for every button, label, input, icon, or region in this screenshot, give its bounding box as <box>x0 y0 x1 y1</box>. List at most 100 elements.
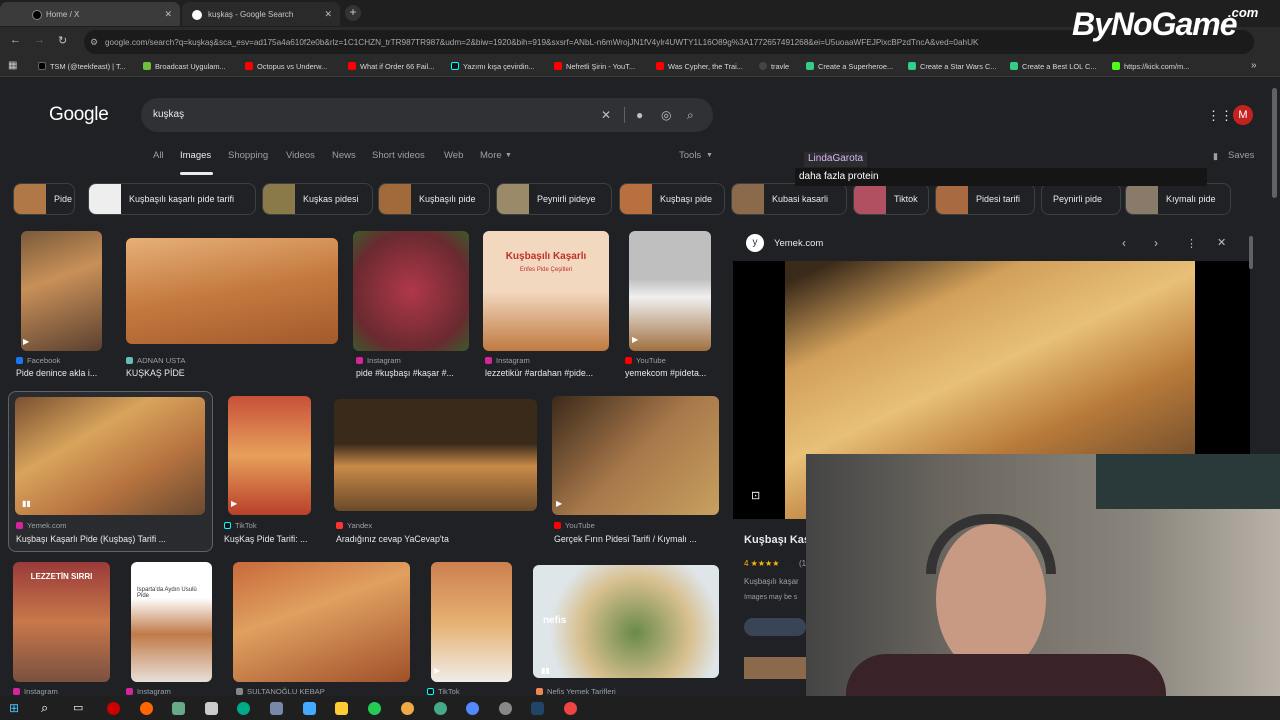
scrollbar[interactable] <box>1249 236 1253 269</box>
file-explorer-icon[interactable] <box>335 702 348 715</box>
previous-icon[interactable]: ‹ <box>1122 236 1126 250</box>
result-caption[interactable]: KUŞKAŞ PİDE <box>126 368 185 378</box>
preview-title[interactable]: Kuşbaşı Kas <box>744 534 810 546</box>
bookmarks-overflow-icon[interactable]: » <box>1251 60 1257 71</box>
filter-chip[interactable]: Tiktok <box>853 183 929 215</box>
tab-google-close-icon[interactable]: ✕ <box>324 9 332 20</box>
filter-chip[interactable]: Kuşkas pidesi <box>262 183 373 215</box>
saves-link[interactable]: Saves <box>1228 150 1254 161</box>
microphone-icon[interactable]: ● <box>636 108 643 122</box>
result-image[interactable] <box>431 562 512 682</box>
chrome-icon[interactable] <box>564 702 577 715</box>
steam-icon[interactable] <box>531 702 544 715</box>
lens-search-icon[interactable]: ⊡ <box>751 489 760 502</box>
google-logo[interactable]: Google <box>49 104 109 126</box>
preview-site[interactable]: Yemek.com <box>774 238 823 249</box>
filter-chip[interactable]: Kuşbaşı pide <box>619 183 725 215</box>
tab-news[interactable]: News <box>332 150 356 161</box>
new-tab-button[interactable]: + <box>345 5 361 21</box>
filter-chip[interactable]: Pide <box>13 183 75 215</box>
bookmark-item[interactable]: Create a Best LOL C... <box>1010 62 1097 71</box>
result-image[interactable] <box>126 238 338 344</box>
filter-chip[interactable]: Peynirli pideye <box>496 183 612 215</box>
result-image[interactable] <box>233 562 410 682</box>
avatar[interactable]: M <box>1233 105 1253 125</box>
result-image[interactable] <box>552 396 719 515</box>
firefox-icon[interactable] <box>140 702 153 715</box>
result-image[interactable]: nefis <box>533 565 719 678</box>
result-image[interactable] <box>15 397 205 515</box>
bookmark-item[interactable]: What if Order 66 Fail... <box>348 62 434 71</box>
tab-web[interactable]: Web <box>444 150 463 161</box>
google-apps-icon[interactable]: ⋮⋮ <box>1207 108 1233 124</box>
task-view-icon[interactable]: ▭ <box>73 701 83 714</box>
result-caption[interactable]: yemekcom #pideta... <box>625 368 706 378</box>
bookmark-item[interactable]: Octopus vs Underw... <box>245 62 327 71</box>
result-caption[interactable]: Pide denince akla i... <box>16 368 97 378</box>
tab-more[interactable]: More <box>480 150 502 161</box>
result-caption[interactable]: lezzetikür #ardahan #pide... <box>485 368 593 378</box>
forward-arrow-icon[interactable]: → <box>34 34 45 46</box>
next-icon[interactable]: › <box>1154 236 1158 250</box>
result-image[interactable] <box>629 231 711 351</box>
tab-shopping[interactable]: Shopping <box>228 150 268 161</box>
whatsapp-icon[interactable] <box>368 702 381 715</box>
site-info-icon[interactable]: ⚙ <box>90 37 98 48</box>
lens-icon[interactable]: ◎ <box>661 108 671 122</box>
tab-images[interactable]: Images <box>180 150 211 161</box>
bookmark-item[interactable]: Broadcast Uygulam... <box>143 62 226 71</box>
result-caption[interactable]: Kuşbaşı Kaşarlı Pide (Kuşbaş) Tarifi ... <box>16 534 166 544</box>
tab-videos[interactable]: Videos <box>286 150 315 161</box>
bookmark-item[interactable]: TSM (@teekfeast) | T... <box>38 62 126 71</box>
bookmark-item[interactable]: Create a Star Wars C... <box>908 62 997 71</box>
result-image[interactable]: LEZZETİN SIRRI <box>13 562 110 682</box>
bookmark-item[interactable]: Nefretli Şirin - YouT... <box>554 62 635 71</box>
chrome-icon[interactable] <box>401 702 414 715</box>
visit-button[interactable] <box>744 618 806 636</box>
windows-start-icon[interactable]: ⊞ <box>9 701 19 715</box>
app-icon[interactable] <box>270 702 283 715</box>
app-icon[interactable] <box>303 702 316 715</box>
filter-chip[interactable]: Kıymalı pide <box>1125 183 1231 215</box>
result-image[interactable] <box>21 231 102 351</box>
page-scrollbar[interactable] <box>1272 88 1277 198</box>
clear-icon[interactable]: ✕ <box>601 108 611 122</box>
discord-icon[interactable] <box>466 702 479 715</box>
search-input[interactable]: kuşkaş ✕ ● ◎ ⌕ <box>141 98 713 132</box>
result-caption[interactable]: Gerçek Fırın Pidesi Tarifi / Kıymalı ... <box>554 534 697 544</box>
reload-icon[interactable]: ↻ <box>58 34 67 47</box>
tab-all[interactable]: All <box>153 150 164 161</box>
search-icon[interactable]: ⌕ <box>687 108 694 123</box>
result-image[interactable] <box>228 396 311 515</box>
more-options-icon[interactable]: ⋮ <box>1186 237 1197 250</box>
tab-home-x[interactable]: Home / X ✕ <box>0 2 180 26</box>
filter-chip[interactable]: Kuşbaşılı pide <box>378 183 490 215</box>
filter-chip[interactable]: Pidesi tarifi <box>935 183 1035 215</box>
result-image[interactable] <box>334 399 537 511</box>
back-arrow-icon[interactable]: ← <box>10 34 21 46</box>
search-icon[interactable]: ⌕ <box>41 700 48 716</box>
filter-chip[interactable]: Peynirli pide <box>1041 183 1121 215</box>
filter-chip[interactable]: Kuşbaşılı kaşarlı pide tarifi <box>88 183 256 215</box>
related-thumbnail[interactable] <box>744 657 806 679</box>
app-icon[interactable] <box>499 702 512 715</box>
tab-google-search[interactable]: kuşkaş - Google Search ✕ <box>182 2 340 26</box>
tab-short-videos[interactable]: Short videos <box>372 150 425 161</box>
app-icon[interactable] <box>172 702 185 715</box>
bookmark-item[interactable]: Yazımı kışa çevirdin... <box>451 62 535 71</box>
apps-grid-icon[interactable]: ▦ <box>8 60 17 71</box>
bookmark-item[interactable]: https://kick.com/m... <box>1112 62 1189 71</box>
tab-home-x-close-icon[interactable]: ✕ <box>164 9 172 20</box>
opera-icon[interactable] <box>107 702 120 715</box>
result-image[interactable] <box>353 231 469 351</box>
edge-icon[interactable] <box>237 702 250 715</box>
result-image[interactable]: Isparta'da Aydın Usulü Pide <box>131 562 212 682</box>
result-caption[interactable]: pide #kuşbaşı #kaşar #... <box>356 368 454 378</box>
chrome-icon[interactable] <box>434 702 447 715</box>
bookmark-item[interactable]: Create a Superheroe... <box>806 62 893 71</box>
filter-chip[interactable]: Kubasi kasarli <box>731 183 847 215</box>
tools-button[interactable]: Tools <box>679 150 701 161</box>
result-image[interactable]: Kuşbaşılı Kaşarlı Enfes Pide Çeşitleri <box>483 231 609 351</box>
result-caption[interactable]: Aradığınız cevap YaCevap'ta <box>336 534 449 544</box>
result-caption[interactable]: KuşKaş Pide Tarifi: ... <box>224 534 307 544</box>
